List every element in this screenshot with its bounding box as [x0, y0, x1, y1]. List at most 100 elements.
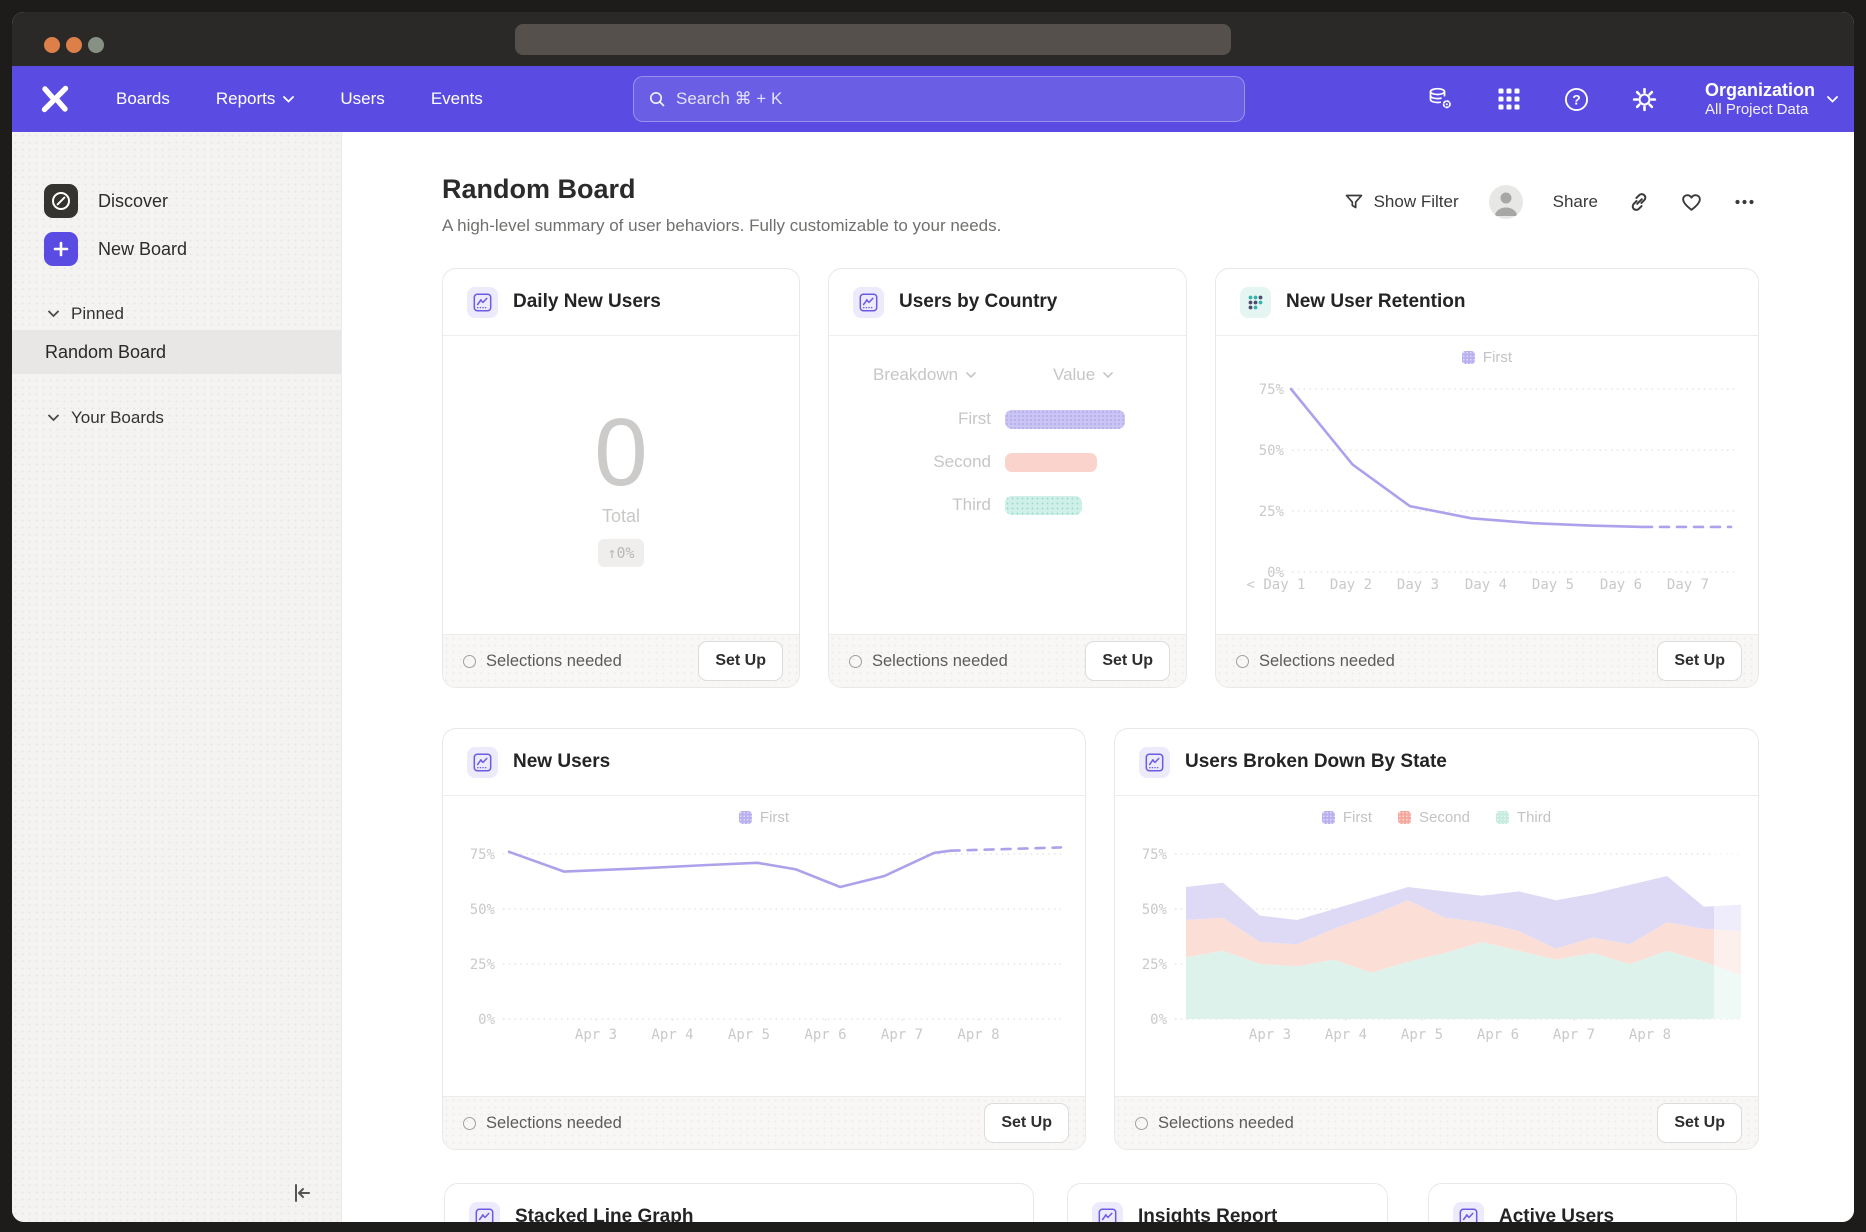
- settings-gear-icon[interactable]: [1631, 85, 1659, 113]
- legend-swatch: [1322, 811, 1335, 824]
- svg-text:Day 2: Day 2: [1330, 577, 1372, 593]
- copy-link-icon[interactable]: [1628, 191, 1650, 213]
- sidebar-section-your-boards[interactable]: Your Boards: [12, 404, 341, 432]
- window-close-button[interactable]: [44, 37, 60, 53]
- section-label: Your Boards: [71, 408, 164, 428]
- legend-swatch: [1496, 811, 1509, 824]
- big-number: 0 Total ↑0%: [443, 336, 799, 634]
- card-daily-new-users: Daily New Users 0 Total ↑0% Selections n…: [442, 268, 800, 688]
- card-new-users: New Users First 75%50%25%0%Apr 3Apr 4Apr…: [442, 728, 1086, 1150]
- svg-text:Apr 5: Apr 5: [728, 1027, 770, 1043]
- global-search[interactable]: [633, 76, 1245, 122]
- svg-text:Day 4: Day 4: [1465, 577, 1507, 593]
- set-up-button[interactable]: Set Up: [1085, 641, 1170, 681]
- set-up-button[interactable]: Set Up: [1657, 1103, 1742, 1143]
- card-footer: Selections needed Set Up: [1216, 634, 1758, 687]
- line-chart-icon: [467, 287, 498, 318]
- svg-text:Apr 3: Apr 3: [575, 1027, 617, 1043]
- sidebar-item-random-board[interactable]: Random Board: [12, 330, 341, 374]
- sidebar-section-pinned[interactable]: Pinned: [12, 300, 341, 328]
- bar-second: [1005, 453, 1097, 472]
- bar-row: Third: [829, 495, 1186, 515]
- collapse-sidebar-icon[interactable]: [289, 1180, 315, 1206]
- nav-item-reports[interactable]: Reports: [216, 89, 295, 109]
- svg-text:75%: 75%: [1142, 847, 1168, 863]
- window-zoom-button[interactable]: [88, 37, 104, 53]
- line-chart-icon: [469, 1202, 500, 1223]
- sidebar: Discover New Board Pinned Random Board: [12, 132, 342, 1222]
- svg-text:Apr 7: Apr 7: [1553, 1027, 1595, 1043]
- svg-text:Day 5: Day 5: [1532, 577, 1574, 593]
- card-users-by-country: Users by Country Breakdown Value First: [828, 268, 1187, 688]
- browser-url-bar[interactable]: [515, 24, 1231, 55]
- org-switcher[interactable]: Organization All Project Data: [1705, 79, 1838, 120]
- svg-text:Day 3: Day 3: [1397, 577, 1439, 593]
- svg-text:25%: 25%: [1259, 504, 1285, 520]
- card-footer: Selections needed Set Up: [443, 634, 799, 687]
- data-management-icon[interactable]: [1427, 85, 1455, 113]
- avatar[interactable]: [1489, 185, 1523, 219]
- nav-item-events[interactable]: Events: [431, 89, 483, 109]
- search-input[interactable]: [676, 89, 1230, 109]
- show-filter-button[interactable]: Show Filter: [1344, 192, 1459, 212]
- card-title: Users Broken Down By State: [1185, 751, 1447, 773]
- svg-text:Apr 4: Apr 4: [1325, 1027, 1367, 1043]
- sidebar-item-new-board[interactable]: New Board: [12, 228, 341, 270]
- board-actions: Show Filter Share: [1344, 182, 1756, 222]
- chevron-down-icon: [283, 96, 294, 103]
- nav-item-boards[interactable]: Boards: [116, 89, 170, 109]
- svg-text:25%: 25%: [1142, 957, 1168, 973]
- retention-grid-icon: [1240, 287, 1271, 318]
- legend-swatch: [1398, 811, 1411, 824]
- line-chart-icon: [1092, 1202, 1123, 1223]
- plus-icon: [44, 232, 78, 266]
- window-minimize-button[interactable]: [66, 37, 82, 53]
- svg-text:0%: 0%: [478, 1012, 495, 1028]
- set-up-button[interactable]: Set Up: [984, 1103, 1069, 1143]
- svg-text:Apr 8: Apr 8: [1629, 1027, 1671, 1043]
- filter-funnel-icon: [1344, 192, 1364, 212]
- bar-first: [1005, 410, 1125, 429]
- svg-text:75%: 75%: [1259, 382, 1285, 398]
- card-new-user-retention: New User Retention First 75%50%25%0%< Da…: [1215, 268, 1759, 688]
- sidebar-item-label: Discover: [98, 191, 168, 212]
- delta-badge: ↑0%: [598, 539, 643, 567]
- top-nav: Boards Reports Users Events: [12, 66, 1854, 132]
- sidebar-item-label: Random Board: [45, 342, 166, 363]
- status-circle-icon: [463, 655, 476, 668]
- card-title: Stacked Line Graph: [515, 1206, 693, 1222]
- card-active-users: Active Users: [1428, 1183, 1737, 1222]
- nav-item-users[interactable]: Users: [340, 89, 384, 109]
- help-icon[interactable]: ?: [1563, 85, 1591, 113]
- chevron-down-icon: [48, 310, 59, 318]
- bar-third: [1005, 496, 1082, 515]
- mixpanel-logo[interactable]: [40, 84, 70, 114]
- svg-text:Day 7: Day 7: [1667, 577, 1709, 593]
- breakdown-dropdown[interactable]: Breakdown: [873, 365, 976, 385]
- set-up-button[interactable]: Set Up: [698, 641, 783, 681]
- favorite-heart-icon[interactable]: [1680, 191, 1703, 213]
- card-title: New Users: [513, 751, 610, 773]
- org-project: All Project Data: [1705, 101, 1815, 119]
- bar-row: First: [829, 409, 1186, 429]
- set-up-button[interactable]: Set Up: [1657, 641, 1742, 681]
- svg-text:?: ?: [1573, 91, 1582, 107]
- retention-chart: 75%50%25%0%< Day 1Day 2Day 3Day 4Day 5Da…: [1240, 367, 1740, 607]
- svg-text:Day 6: Day 6: [1600, 577, 1642, 593]
- svg-text:25%: 25%: [470, 957, 496, 973]
- share-button[interactable]: Share: [1553, 192, 1598, 212]
- window-titlebar: [12, 12, 1854, 66]
- card-title: Active Users: [1499, 1206, 1614, 1222]
- org-name: Organization: [1705, 79, 1815, 102]
- chevron-down-icon: [966, 372, 976, 378]
- metric-value: 0: [594, 403, 647, 504]
- sidebar-item-discover[interactable]: Discover: [12, 180, 341, 222]
- apps-grid-icon[interactable]: [1495, 85, 1523, 113]
- svg-text:75%: 75%: [470, 847, 496, 863]
- more-options-icon[interactable]: [1733, 191, 1756, 213]
- chart-legend: First Second Third: [1115, 809, 1758, 826]
- card-footer: Selections needed Set Up: [1115, 1096, 1758, 1149]
- svg-text:Apr 5: Apr 5: [1401, 1027, 1443, 1043]
- svg-text:Apr 7: Apr 7: [881, 1027, 923, 1043]
- value-dropdown[interactable]: Value: [1053, 365, 1113, 385]
